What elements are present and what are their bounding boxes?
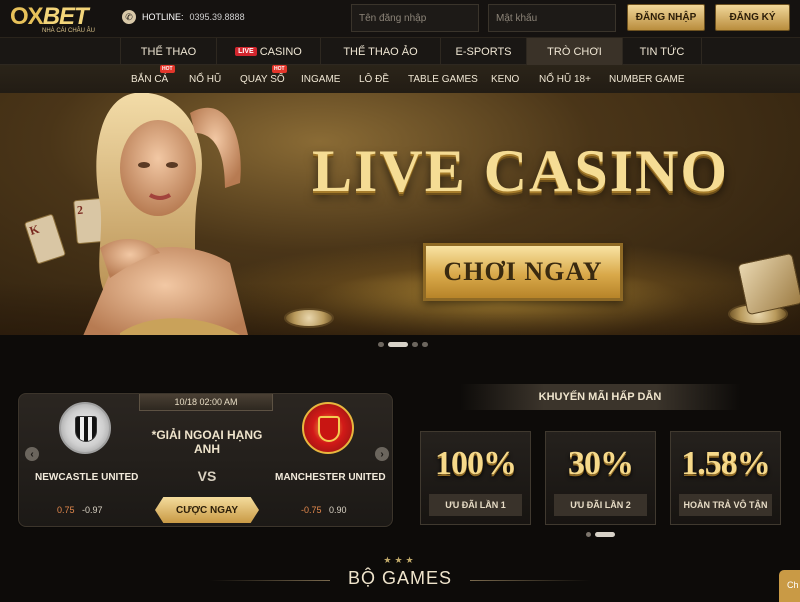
- promotions-title: KHUYẾN MÃI HẤP DẪN: [460, 384, 740, 410]
- subnav-item-number-game[interactable]: NUMBER GAME: [609, 65, 685, 93]
- nav-item-sports[interactable]: THỂ THAO: [120, 38, 216, 65]
- promo-label: HOÀN TRẢ VÔ TẬN: [679, 494, 772, 516]
- nav-label: TRÒ CHƠI: [547, 45, 602, 58]
- subnav-item-ingame[interactable]: INGAME: [301, 65, 340, 93]
- crest-shield: [318, 416, 340, 442]
- hotline: ✆ HOTLINE: 0395.39.8888: [122, 10, 245, 24]
- subnav-item-keno[interactable]: KENO: [491, 65, 519, 93]
- casino-chip: [284, 308, 334, 328]
- subnav-label: QUAY SỐ: [240, 73, 285, 85]
- promo-card[interactable]: 30% ƯU ĐÃI LẦN 2: [545, 431, 656, 525]
- slider-dot[interactable]: [586, 532, 591, 537]
- slider-dot[interactable]: [378, 342, 384, 347]
- home-price: -0.97: [82, 505, 103, 515]
- subnav-label: NỔ HŨ: [189, 73, 222, 85]
- nav-item-esports[interactable]: E-SPORTS: [440, 38, 526, 65]
- games-section-header: ★★★ BỘ GAMES: [210, 555, 590, 595]
- hotline-number: 0395.39.8888: [189, 12, 245, 22]
- main-nav: THỂ THAO LIVE CASINO THỂ THAO ẢO E-SPORTS…: [0, 38, 800, 65]
- subnav-item-table-games[interactable]: TABLE GAMES: [408, 65, 478, 93]
- nav-item-games[interactable]: TRÒ CHƠI: [526, 38, 622, 65]
- nav-label: CASINO: [259, 45, 302, 58]
- model-woman-image: [83, 93, 248, 335]
- subnav-item-lo-de[interactable]: LÔ ĐỀ: [359, 65, 389, 93]
- away-team-name: MANCHESTER UNITED: [275, 472, 386, 483]
- subnav-label: NUMBER GAME: [609, 73, 685, 85]
- nav-label: THỂ THAO: [140, 45, 197, 58]
- banner-title: LIVE CASINO: [312, 138, 730, 204]
- away-odds[interactable]: -0.75 0.90: [301, 505, 347, 515]
- logo[interactable]: OXBET NHÀ CÁI CHÂU ÂU: [10, 3, 95, 34]
- hotline-label: HOTLINE:: [142, 12, 184, 22]
- nav-item-news[interactable]: TIN TỨC: [622, 38, 702, 65]
- subnav-label: TABLE GAMES: [408, 73, 478, 85]
- slider-dot[interactable]: [412, 342, 418, 347]
- match-card: 10/18 02:00 AM ‹ › *GIẢI NGOẠI HẠNG ANH …: [18, 393, 393, 527]
- next-match-button[interactable]: ›: [375, 447, 389, 461]
- hot-badge: HOT: [160, 65, 175, 73]
- away-price: 0.90: [329, 505, 347, 515]
- promo-label: ƯU ĐÃI LẦN 1: [429, 494, 522, 516]
- promo-value: 100%: [435, 445, 517, 482]
- promo-card[interactable]: 100% ƯU ĐÃI LẦN 1: [420, 431, 531, 525]
- logo-tagline: NHÀ CÁI CHÂU ÂU: [42, 28, 96, 34]
- register-button[interactable]: ĐĂNG KÝ: [715, 4, 790, 31]
- manchester-united-crest-icon: [302, 402, 354, 454]
- nav-label: E-SPORTS: [455, 45, 512, 58]
- nav-item-virtual-sports[interactable]: THỂ THAO ẢO: [320, 38, 440, 65]
- hot-badge: HOT: [272, 65, 287, 73]
- subnav-label: LÔ ĐỀ: [359, 73, 390, 85]
- sub-nav: BẮN CÁ HOT NỔ HŨ QUAY SỐ HOT INGAME LÔ Đ…: [0, 65, 800, 93]
- away-handicap: -0.75: [301, 505, 322, 515]
- crest-shield: [75, 416, 97, 442]
- subnav-label: BẮN CÁ: [131, 73, 169, 85]
- nav-label: TIN TỨC: [639, 45, 685, 58]
- promo-label: ƯU ĐÃI LẦN 2: [554, 494, 647, 516]
- prev-match-button[interactable]: ‹: [25, 447, 39, 461]
- promo-value: 30%: [568, 445, 634, 482]
- subnav-label: INGAME: [301, 73, 341, 85]
- bet-now-button[interactable]: CƯỢC NGAY: [155, 497, 259, 523]
- slider-dot[interactable]: [422, 342, 428, 347]
- top-bar: OXBET NHÀ CÁI CHÂU ÂU ✆ HOTLINE: 0395.39…: [0, 0, 800, 38]
- hero-banner[interactable]: K 2 9 LIVE CASINO CHƠI NGAY: [0, 93, 800, 335]
- subnav-item-no-hu[interactable]: NỔ HŨ: [189, 65, 221, 93]
- username-input[interactable]: [351, 4, 479, 32]
- nav-item-casino[interactable]: LIVE CASINO: [216, 38, 320, 65]
- phone-icon: ✆: [122, 10, 136, 24]
- live-badge: LIVE: [235, 47, 257, 56]
- divider: [210, 580, 330, 581]
- home-odds[interactable]: 0.75 -0.97: [57, 505, 103, 515]
- subnav-label: NỔ HŨ 18+: [539, 73, 591, 85]
- subnav-item-no-hu-18[interactable]: NỔ HŨ 18+: [539, 65, 591, 93]
- promo-card[interactable]: 1.58% HOÀN TRẢ VÔ TẬN: [670, 431, 781, 525]
- play-now-button[interactable]: CHƠI NGAY: [423, 243, 623, 301]
- newcastle-crest-icon: [59, 402, 111, 454]
- logo-ox: OX: [10, 3, 44, 30]
- logo-bet: BET: [42, 3, 89, 30]
- slider-dot-active[interactable]: [388, 342, 408, 347]
- banner-slider-dots: [378, 342, 428, 348]
- home-handicap: 0.75: [57, 505, 75, 515]
- home-team-name: NEWCASTLE UNITED: [35, 472, 139, 483]
- stars-icon: ★★★: [383, 555, 417, 565]
- games-section-title: BỘ GAMES: [347, 568, 453, 588]
- nav-label: THỂ THAO ẢO: [343, 45, 418, 58]
- subnav-label: KENO: [491, 73, 520, 85]
- league-name: *GIẢI NGOẠI HẠNG ANH: [151, 428, 263, 456]
- chat-button[interactable]: Ch: [779, 570, 800, 602]
- match-datetime: 10/18 02:00 AM: [139, 394, 273, 411]
- vs-label: VS: [197, 468, 217, 484]
- divider: [470, 580, 590, 581]
- slider-dot-active[interactable]: [595, 532, 615, 537]
- promo-value: 1.58%: [681, 445, 771, 482]
- promo-slider-dots: [586, 532, 615, 537]
- login-button[interactable]: ĐĂNG NHẬP: [627, 4, 705, 31]
- password-input[interactable]: [488, 4, 616, 32]
- dice-decoration: [737, 252, 800, 316]
